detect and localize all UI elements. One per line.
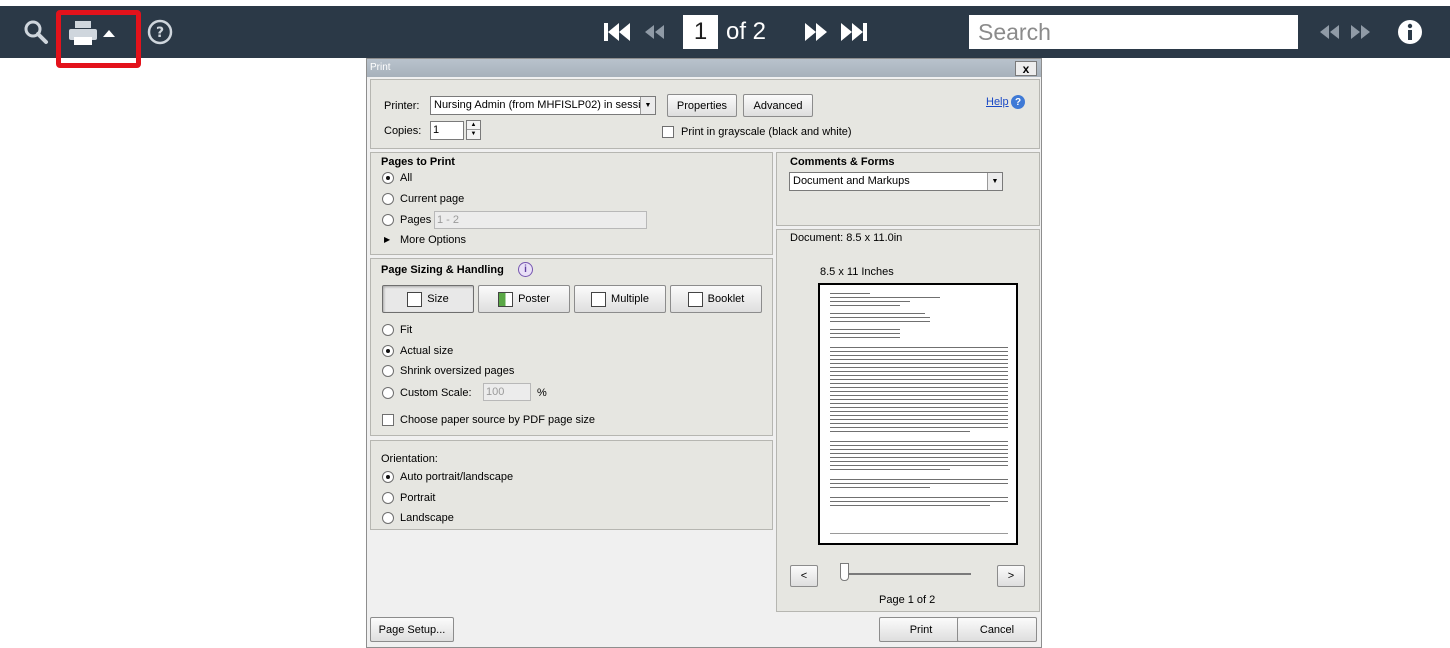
comments-forms-value: Document and Markups <box>793 175 910 187</box>
poster-mode-button[interactable]: Poster <box>478 285 570 313</box>
advanced-button[interactable]: Advanced <box>743 94 813 117</box>
more-options-link[interactable]: More Options <box>400 234 466 246</box>
dialog-titlebar: Print x <box>367 59 1041 77</box>
portrait-label: Portrait <box>400 492 436 504</box>
printer-value: Nursing Admin (from MHFISLP02) in sessic <box>434 99 647 111</box>
size-mode-label: Size <box>427 293 449 305</box>
size-icon <box>407 291 423 307</box>
chevron-down-icon: ▼ <box>987 173 1002 190</box>
booklet-mode-label: Booklet <box>707 293 745 305</box>
dialog-title: Print <box>370 62 391 73</box>
magnifier-icon[interactable] <box>22 18 50 46</box>
info-icon[interactable] <box>1395 17 1425 47</box>
paper-source-label: Choose paper source by PDF page size <box>400 414 596 426</box>
cancel-button[interactable]: Cancel <box>957 617 1037 642</box>
page-setup-button[interactable]: Page Setup... <box>370 617 454 642</box>
booklet-icon <box>687 291 703 307</box>
printer-select[interactable]: Nursing Admin (from MHFISLP02) in sessic… <box>430 96 656 115</box>
help-icon[interactable]: ? <box>146 18 174 46</box>
preview-slider-handle[interactable] <box>840 563 849 581</box>
preview-slider-track <box>841 573 971 575</box>
pages-label: Pages <box>400 214 432 226</box>
pages-to-print-title: Pages to Print <box>381 156 455 168</box>
printer-icon[interactable] <box>68 20 98 46</box>
printer-label: Printer: <box>384 100 420 112</box>
sizing-info-icon[interactable]: i <box>518 262 533 277</box>
percent-label: % <box>537 387 547 399</box>
question-icon[interactable]: ? <box>1011 95 1025 109</box>
landscape-label: Landscape <box>400 512 454 524</box>
preview-next-button[interactable]: > <box>997 565 1025 587</box>
page-preview <box>818 283 1018 545</box>
poster-icon <box>498 291 514 307</box>
last-page-icon[interactable] <box>838 18 870 46</box>
multiple-icon <box>591 291 607 307</box>
orientation-title: Orientation: <box>381 453 438 465</box>
actual-size-label: Actual size <box>400 345 454 357</box>
paper-source-checkbox[interactable] <box>382 414 394 426</box>
landscape-radio[interactable] <box>382 512 394 524</box>
expand-arrow-icon[interactable]: ▶ <box>384 235 390 244</box>
print-dialog: Print x Printer: Nursing Admin (from MHF… <box>366 58 1042 648</box>
comments-forms-select[interactable]: Document and Markups ▼ <box>789 172 1003 191</box>
page-count-label: of 2 <box>726 18 767 45</box>
svg-text:?: ? <box>156 25 164 41</box>
close-button[interactable]: x <box>1015 61 1037 76</box>
search-input[interactable]: Search <box>969 15 1298 49</box>
copies-label: Copies: <box>384 125 422 137</box>
multiple-mode-label: Multiple <box>611 293 649 305</box>
booklet-mode-button[interactable]: Booklet <box>670 285 762 313</box>
grayscale-checkbox[interactable] <box>662 126 674 138</box>
current-page-radio[interactable] <box>382 193 394 205</box>
current-page-label: Current page <box>400 193 465 205</box>
portrait-radio[interactable] <box>382 492 394 504</box>
properties-button[interactable]: Properties <box>667 94 737 117</box>
size-mode-button[interactable]: Size <box>382 285 474 313</box>
printer-settings-panel: Printer: Nursing Admin (from MHFISLP02) … <box>370 79 1040 149</box>
copies-field[interactable]: 1 <box>430 121 464 140</box>
orientation-panel: Orientation: Auto portrait/landscape Por… <box>370 440 773 530</box>
custom-scale-label: Custom Scale: <box>400 387 472 399</box>
first-page-icon[interactable] <box>601 18 633 46</box>
custom-scale-radio[interactable] <box>382 387 394 399</box>
poster-mode-label: Poster <box>518 293 550 305</box>
auto-orientation-radio[interactable] <box>382 471 394 483</box>
prev-result-icon[interactable] <box>1313 18 1345 46</box>
pages-to-print-panel: Pages to Print All Current page Pages 1 … <box>370 152 773 255</box>
page-number-input[interactable]: 1 <box>683 15 718 49</box>
shrink-radio[interactable] <box>382 365 394 377</box>
grayscale-label: Print in grayscale (black and white) <box>681 126 852 138</box>
multiple-mode-button[interactable]: Multiple <box>574 285 666 313</box>
actual-size-radio[interactable] <box>382 345 394 357</box>
page-indicator: Page 1 of 2 <box>879 594 936 606</box>
shrink-label: Shrink oversized pages <box>400 365 515 377</box>
pages-range-field[interactable]: 1 - 2 <box>434 211 647 229</box>
next-page-icon[interactable] <box>801 18 833 46</box>
viewer-toolbar: ? 1 of 2 Search <box>0 0 1450 68</box>
caret-up-icon[interactable] <box>102 26 116 40</box>
comments-forms-title: Comments & Forms <box>790 156 895 168</box>
next-result-icon[interactable] <box>1345 18 1377 46</box>
custom-scale-field[interactable]: 100 <box>483 383 531 401</box>
all-label: All <box>400 172 413 184</box>
auto-orientation-label: Auto portrait/landscape <box>400 471 514 483</box>
prev-page-icon[interactable] <box>638 18 670 46</box>
chevron-down-icon: ▼ <box>640 97 655 114</box>
document-size-label: Document: 8.5 x 11.0in <box>790 232 903 244</box>
print-button[interactable]: Print <box>879 617 963 642</box>
comments-forms-panel: Comments & Forms Document and Markups ▼ <box>776 152 1040 226</box>
fit-label: Fit <box>400 324 413 336</box>
preview-prev-button[interactable]: < <box>790 565 818 587</box>
help-link[interactable]: Help <box>986 96 1009 108</box>
pages-radio[interactable] <box>382 214 394 226</box>
all-radio[interactable] <box>382 172 394 184</box>
fit-radio[interactable] <box>382 324 394 336</box>
page-sizing-title: Page Sizing & Handling <box>381 264 504 276</box>
preview-size-label: 8.5 x 11 Inches <box>820 266 894 278</box>
copies-stepper[interactable]: ▲ ▼ <box>466 120 481 140</box>
